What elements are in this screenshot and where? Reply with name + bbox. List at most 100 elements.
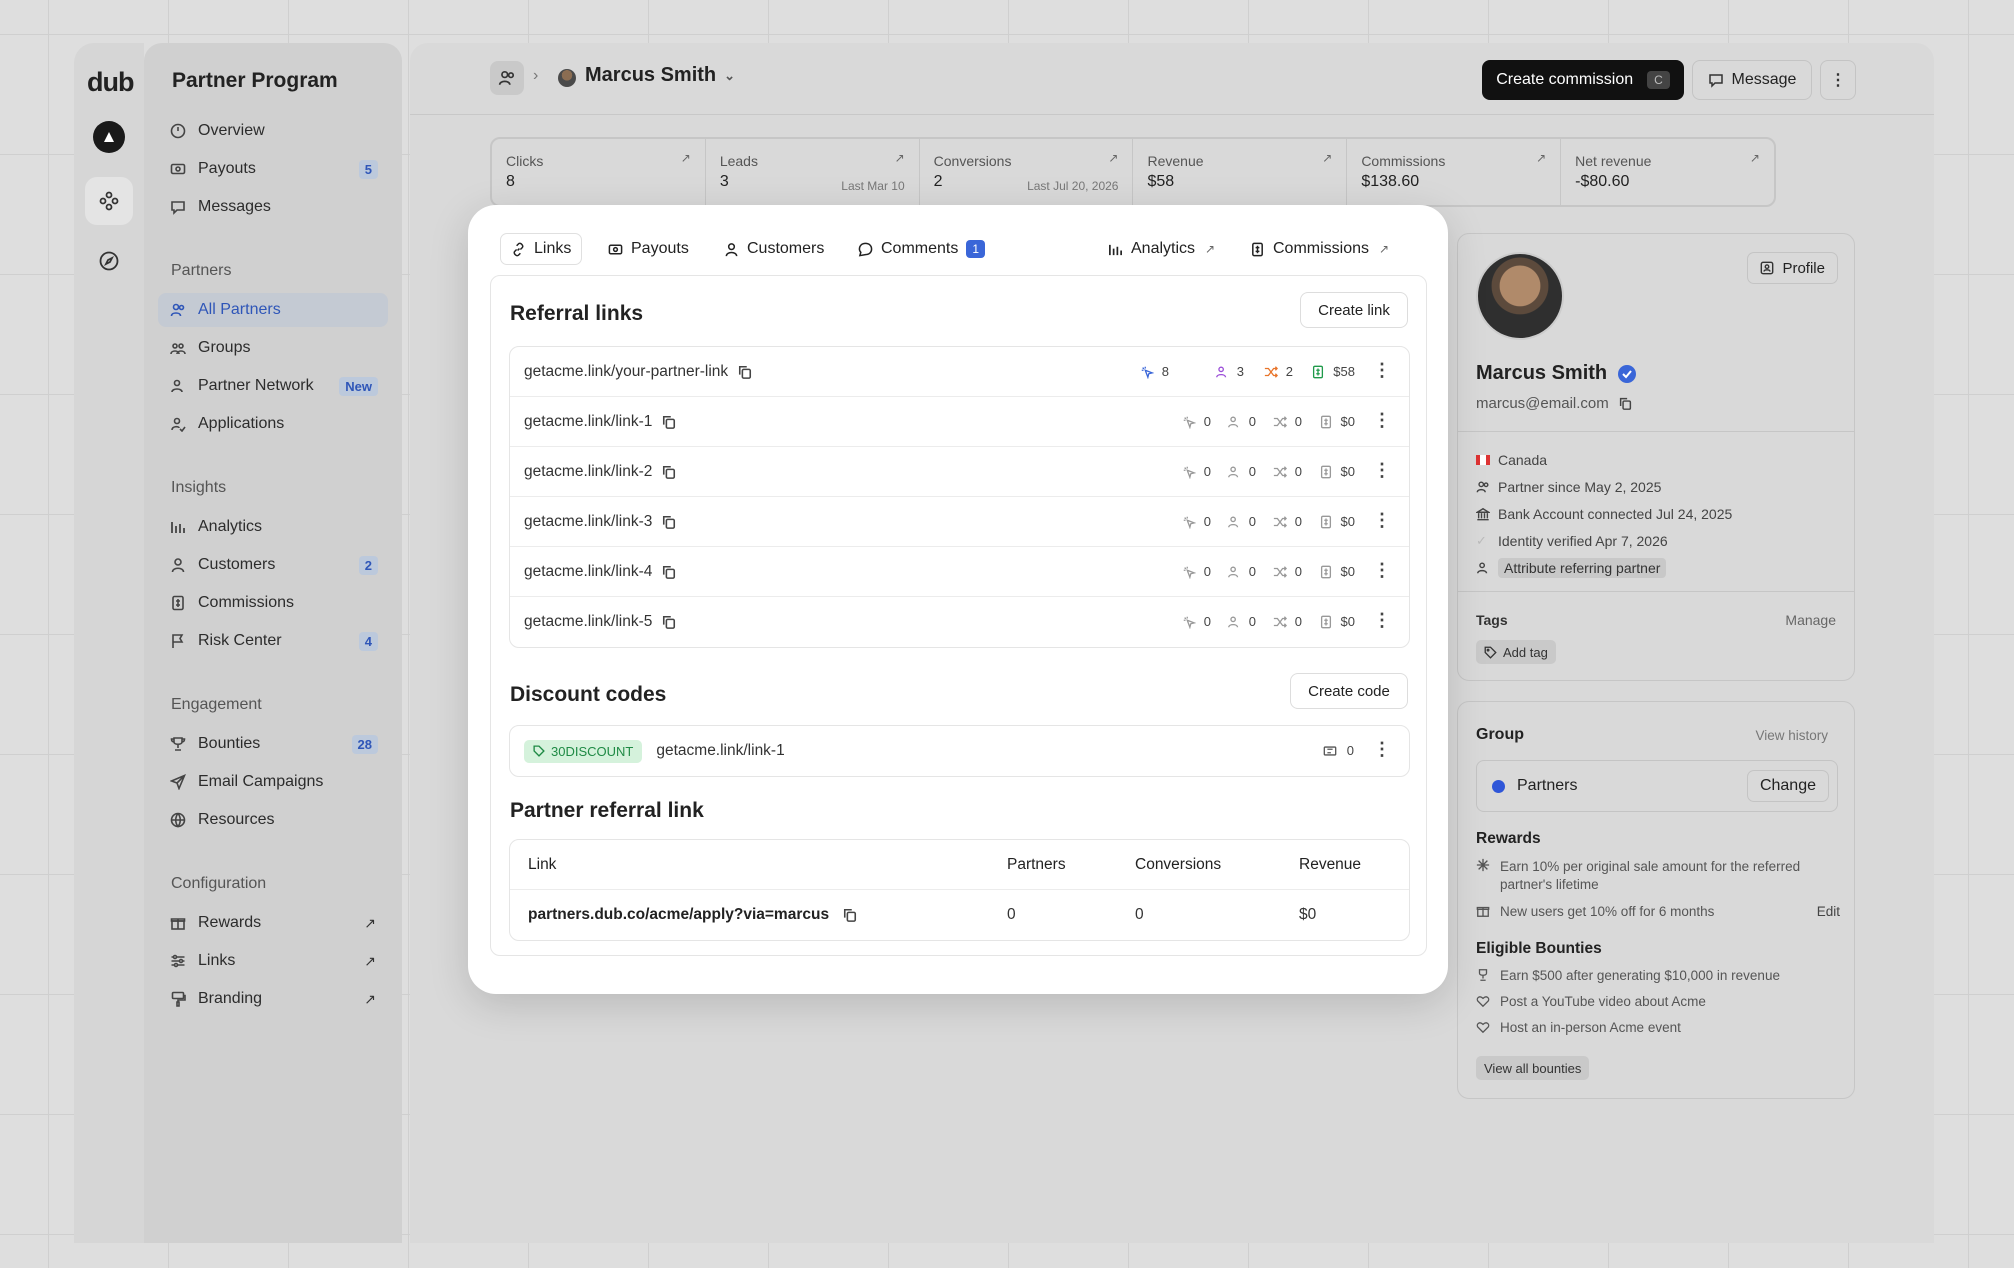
copy-icon[interactable] bbox=[738, 365, 752, 379]
tab-links[interactable]: Links bbox=[500, 233, 583, 265]
leads-metric: 0 bbox=[1227, 464, 1256, 479]
bounty-item[interactable]: Earn $500 after generating $10,000 in re… bbox=[1476, 968, 1780, 984]
add-tag-button[interactable]: Add tag bbox=[1476, 640, 1556, 664]
stat-clicks[interactable]: Clicks 8 ↗ bbox=[492, 139, 706, 205]
copy-icon[interactable] bbox=[662, 465, 676, 479]
create-commission-button[interactable]: Create commission C bbox=[1482, 60, 1684, 100]
copy-icon[interactable] bbox=[662, 615, 676, 629]
bounty-item[interactable]: Host an in-person Acme event bbox=[1476, 1020, 1780, 1036]
manage-tags-link[interactable]: Manage bbox=[1785, 612, 1836, 628]
workspace-avatar[interactable] bbox=[85, 113, 133, 161]
sidebar-item-groups[interactable]: Groups bbox=[158, 331, 388, 365]
sidebar-item-partner-network[interactable]: Partner Network New bbox=[158, 369, 388, 403]
discount-link[interactable]: getacme.link/link-1 bbox=[656, 742, 784, 760]
sidebar-item-payouts[interactable]: Payouts 5 bbox=[158, 152, 388, 186]
stat-conversions[interactable]: Conversions 2 ↗ Last Jul 20, 2026 bbox=[920, 139, 1134, 205]
bounty-item[interactable]: Post a YouTube video about Acme bbox=[1476, 994, 1780, 1010]
change-group-button[interactable]: Change bbox=[1746, 770, 1829, 802]
partner-referral-table: Link Partners Conversions Revenue partne… bbox=[509, 839, 1410, 941]
more-actions-button[interactable]: ⋮ bbox=[1820, 60, 1856, 100]
sidebar-item-all-partners[interactable]: All Partners bbox=[158, 293, 388, 327]
stat-net-revenue[interactable]: Net revenue -$80.60 ↗ bbox=[1561, 139, 1774, 205]
copy-icon[interactable] bbox=[1619, 397, 1632, 410]
sidebar-item-bounties[interactable]: Bounties 28 bbox=[158, 727, 388, 761]
more-options-button[interactable]: ⋮ bbox=[1373, 740, 1391, 758]
sidebar-item-messages[interactable]: Messages bbox=[158, 190, 388, 224]
copy-icon[interactable] bbox=[662, 565, 676, 579]
attribute-referring-button[interactable]: Attribute referring partner bbox=[1498, 557, 1667, 578]
compass-icon[interactable] bbox=[85, 237, 133, 285]
link-url[interactable]: getacme.link/link-3 bbox=[524, 513, 652, 531]
sidebar-item-analytics[interactable]: Analytics bbox=[158, 510, 388, 544]
gift-icon bbox=[1476, 904, 1490, 919]
shuffle-icon bbox=[1273, 515, 1287, 529]
partner-avatar-small bbox=[558, 69, 576, 87]
more-options-button[interactable]: ⋮ bbox=[1373, 561, 1391, 579]
sidebar-item-commissions[interactable]: Commissions bbox=[158, 586, 388, 620]
links-panel: Referral links Create link getacme.link/… bbox=[490, 275, 1427, 956]
section-insights: Insights bbox=[171, 479, 227, 496]
create-link-button[interactable]: Create link bbox=[1300, 292, 1408, 328]
user-check-icon bbox=[168, 414, 188, 434]
bank-icon bbox=[1476, 507, 1490, 521]
partner-switcher[interactable]: Marcus Smith ⌄ bbox=[585, 64, 735, 87]
partner-referral-title: Partner referral link bbox=[510, 799, 704, 822]
partner-program-nav-icon[interactable] bbox=[85, 177, 133, 225]
view-all-bounties-button[interactable]: View all bounties bbox=[1476, 1056, 1590, 1080]
sidebar-item-risk-center[interactable]: Risk Center 4 bbox=[158, 624, 388, 658]
link-url[interactable]: getacme.link/link-4 bbox=[524, 563, 652, 581]
tab-comments[interactable]: Comments 1 bbox=[848, 233, 995, 265]
sales-metric: 0 bbox=[1273, 614, 1302, 629]
sidebar-item-applications[interactable]: Applications bbox=[158, 407, 388, 441]
user-icon bbox=[724, 242, 739, 257]
sidebar-item-resources[interactable]: Resources bbox=[158, 803, 388, 837]
tab-analytics[interactable]: Analytics ↗ bbox=[1098, 233, 1225, 265]
link-url[interactable]: getacme.link/link-5 bbox=[524, 613, 652, 631]
link-url[interactable]: getacme.link/link-2 bbox=[524, 463, 652, 481]
stat-revenue[interactable]: Revenue $58 ↗ bbox=[1133, 139, 1348, 205]
view-history-link[interactable]: View history bbox=[1755, 728, 1828, 743]
tab-payouts[interactable]: Payouts bbox=[598, 233, 699, 265]
copy-icon[interactable] bbox=[662, 415, 676, 429]
sales-metric: 0 bbox=[1273, 564, 1302, 579]
sidebar-item-branding[interactable]: Branding ↗ bbox=[158, 982, 388, 1016]
profile-button[interactable]: Profile bbox=[1747, 252, 1838, 284]
more-options-button[interactable]: ⋮ bbox=[1373, 461, 1391, 479]
more-options-button[interactable]: ⋮ bbox=[1373, 361, 1391, 379]
stat-commissions[interactable]: Commissions $138.60 ↗ bbox=[1347, 139, 1562, 205]
link-url[interactable]: getacme.link/your-partner-link bbox=[524, 363, 728, 381]
chart-icon bbox=[168, 517, 188, 537]
gauge-icon bbox=[168, 121, 188, 141]
link-url[interactable]: getacme.link/link-1 bbox=[524, 413, 652, 431]
copy-icon[interactable] bbox=[843, 908, 857, 922]
revenue-icon bbox=[1319, 415, 1333, 429]
section-configuration: Configuration bbox=[171, 875, 267, 892]
more-options-button[interactable]: ⋮ bbox=[1373, 411, 1391, 429]
copy-icon[interactable] bbox=[662, 515, 676, 529]
external-link-icon: ↗ bbox=[894, 151, 905, 165]
trophy-icon bbox=[168, 734, 188, 754]
money-icon bbox=[608, 242, 623, 257]
edit-reward-link[interactable]: Edit bbox=[1817, 904, 1840, 919]
sidebar-item-overview[interactable]: Overview bbox=[158, 114, 388, 148]
partners-back-button[interactable] bbox=[490, 61, 524, 95]
create-code-button[interactable]: Create code bbox=[1290, 673, 1408, 709]
dub-logo[interactable]: dub bbox=[87, 67, 134, 98]
more-options-button[interactable]: ⋮ bbox=[1373, 611, 1391, 629]
sidebar-item-rewards[interactable]: Rewards ↗ bbox=[158, 906, 388, 940]
revenue-metric: $0 bbox=[1319, 464, 1355, 479]
tab-commissions[interactable]: Commissions ↗ bbox=[1240, 233, 1399, 265]
more-options-button[interactable]: ⋮ bbox=[1373, 511, 1391, 529]
partner-referral-url[interactable]: partners.dub.co/acme/apply?via=marcus bbox=[528, 906, 829, 924]
discount-code-badge[interactable]: 30DISCOUNT bbox=[524, 739, 643, 763]
sidebar-item-links[interactable]: Links ↗ bbox=[158, 944, 388, 978]
sales-metric: 0 bbox=[1273, 514, 1302, 529]
tab-customers[interactable]: Customers bbox=[714, 233, 834, 265]
message-button[interactable]: Message bbox=[1692, 60, 1812, 100]
lead-icon bbox=[1227, 615, 1241, 629]
sidebar-item-customers[interactable]: Customers 2 bbox=[158, 548, 388, 582]
stat-leads[interactable]: Leads 3 ↗ Last Mar 10 bbox=[706, 139, 920, 205]
click-icon bbox=[1182, 615, 1196, 629]
external-link-icon: ↗ bbox=[1322, 151, 1333, 165]
sidebar-item-email-campaigns[interactable]: Email Campaigns bbox=[158, 765, 388, 799]
